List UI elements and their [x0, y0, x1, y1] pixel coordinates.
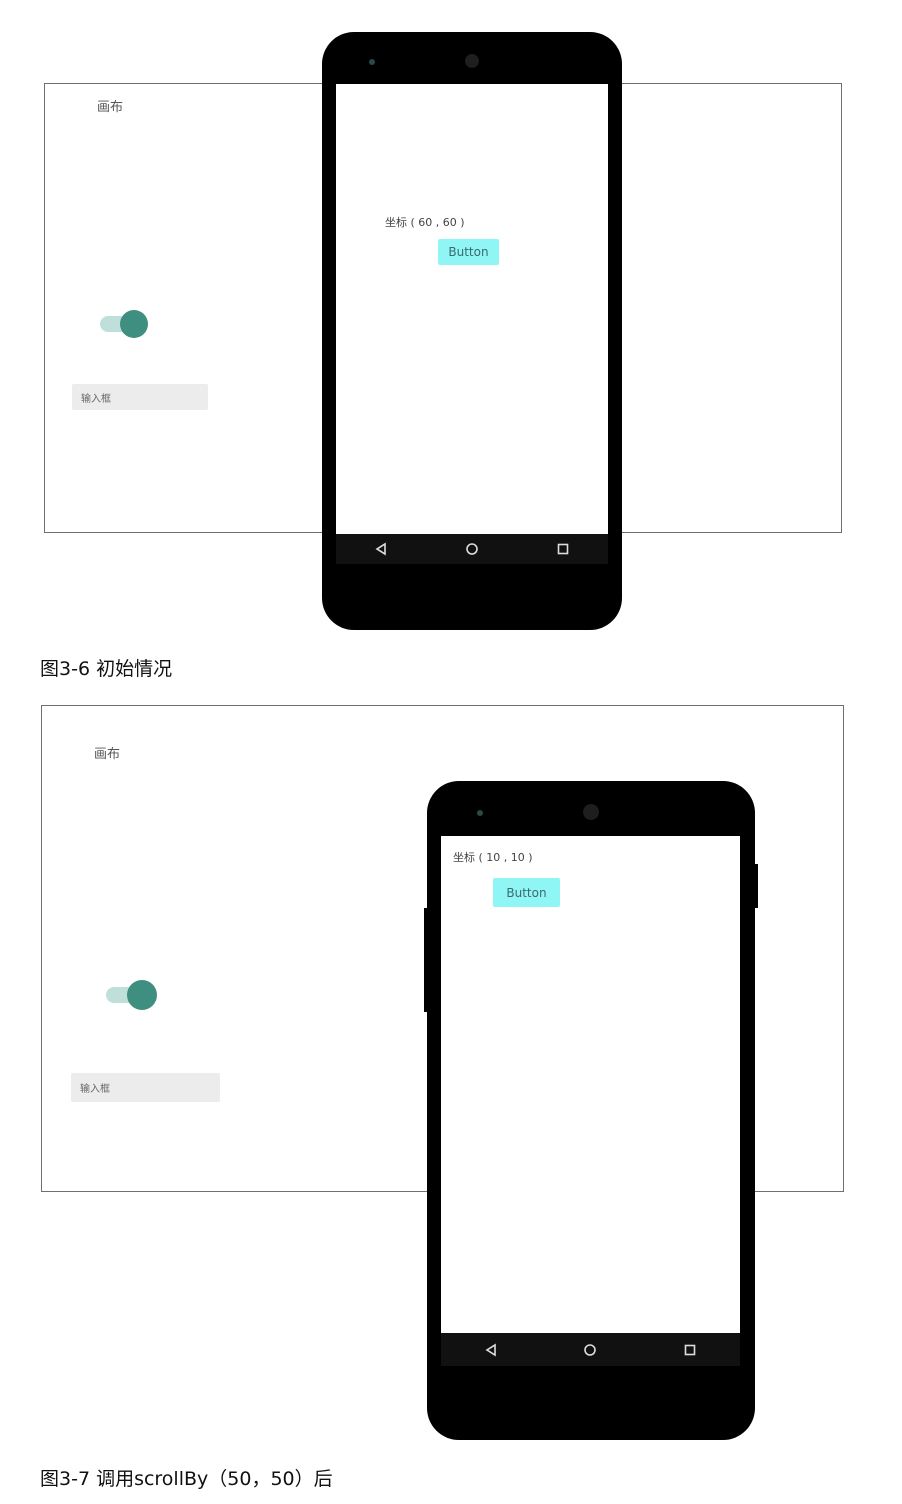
recents-square-icon[interactable]	[556, 542, 570, 556]
camera-icon	[583, 804, 599, 820]
button[interactable]: Button	[438, 239, 499, 265]
nav-bar	[336, 534, 608, 564]
back-triangle-icon[interactable]	[484, 1343, 498, 1357]
sensor-icon	[369, 59, 375, 65]
coordinate-text: 坐标 ( 10 , 10 )	[453, 851, 533, 864]
toggle-thumb	[120, 310, 148, 338]
coordinate-text: 坐标 ( 60 , 60 )	[385, 216, 465, 229]
sensor-icon	[477, 810, 483, 816]
input-field[interactable]: 输入框	[72, 384, 208, 410]
figure-caption: 图3-6 初始情况	[40, 658, 173, 680]
home-circle-icon[interactable]	[583, 1343, 597, 1357]
canvas-label: 画布	[97, 100, 124, 115]
figure-caption: 图3-7 调用scrollBy（50，50）后	[40, 1468, 333, 1490]
input-field[interactable]: 输入框	[71, 1073, 220, 1102]
back-triangle-icon[interactable]	[374, 542, 388, 556]
button[interactable]: Button	[493, 878, 560, 907]
toggle-thumb	[127, 980, 157, 1010]
canvas-label: 画布	[94, 747, 121, 762]
nav-bar	[441, 1333, 740, 1366]
recents-square-icon[interactable]	[683, 1343, 697, 1357]
home-circle-icon[interactable]	[465, 542, 479, 556]
phone-screen	[441, 836, 740, 1333]
camera-icon	[465, 54, 479, 68]
phone-screen	[336, 84, 608, 534]
